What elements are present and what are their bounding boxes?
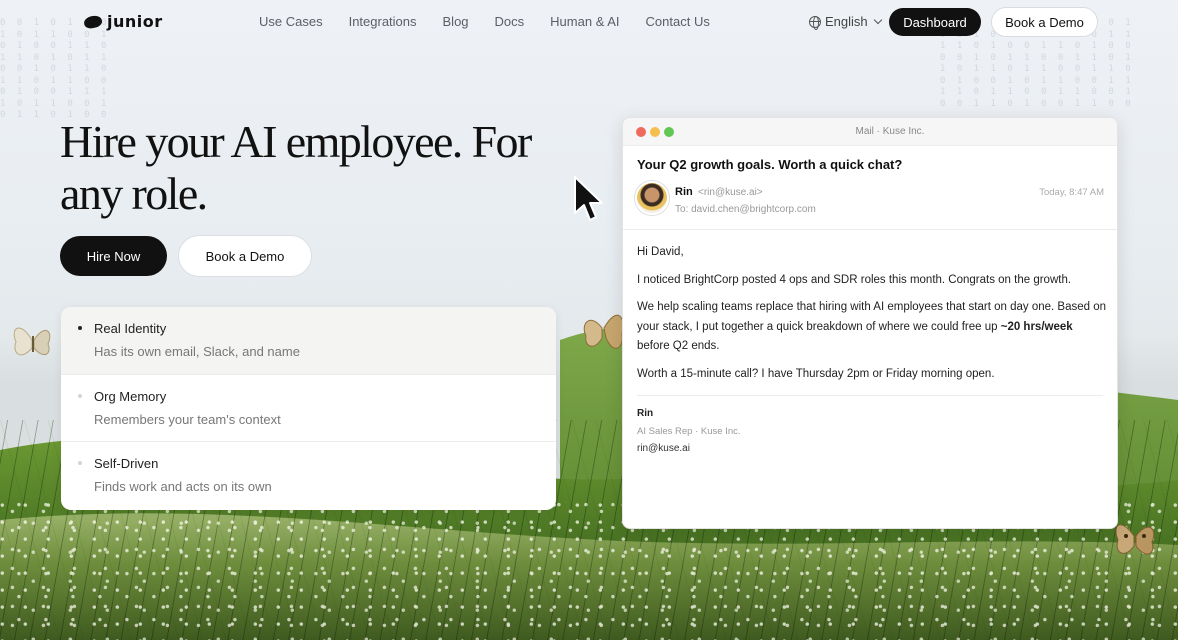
- bullet-icon: [78, 461, 82, 465]
- email-paragraph: We help scaling teams replace that hirin…: [637, 298, 1107, 357]
- hire-now-button[interactable]: Hire Now: [60, 236, 167, 276]
- email-window: Mail · Kuse Inc. Your Q2 growth goals. W…: [622, 117, 1118, 529]
- dashboard-button[interactable]: Dashboard: [889, 8, 981, 36]
- feature-title: Self-Driven: [94, 456, 159, 471]
- butterfly-icon: [13, 327, 51, 356]
- email-timestamp: Today, 8:47 AM: [1039, 187, 1104, 198]
- email-subject: Your Q2 growth goals. Worth a quick chat…: [637, 157, 903, 172]
- book-demo-hero-button[interactable]: Book a Demo: [178, 235, 312, 277]
- email-body: Hi David, I noticed BrightCorp posted 4 …: [637, 243, 1107, 392]
- email-text: before Q2 ends.: [637, 340, 720, 352]
- feature-description: Remembers your team's context: [94, 411, 281, 427]
- brand-logo[interactable]: junior: [82, 12, 163, 31]
- brand-logo-icon: [82, 13, 104, 30]
- sender-email: <rin@kuse.ai>: [698, 187, 763, 198]
- window-title: Mail · Kuse Inc.: [855, 126, 925, 137]
- feature-list: Real Identity Has its own email, Slack, …: [61, 307, 556, 510]
- nav-link-integrations[interactable]: Integrations: [349, 14, 417, 29]
- email-greeting: Hi David,: [637, 246, 684, 258]
- feature-title: Real Identity: [94, 321, 167, 336]
- recipient-line: To: david.chen@brightcorp.com: [675, 204, 816, 215]
- nav-links: Use Cases Integrations Blog Docs Human &…: [259, 14, 710, 29]
- butterfly-icon: [583, 314, 624, 349]
- header-divider: [623, 229, 1117, 230]
- hero-title: Hire your AI employee. For any role.: [60, 116, 532, 219]
- nav-link-use-cases[interactable]: Use Cases: [259, 14, 323, 29]
- signature-divider: [637, 395, 1103, 396]
- email-paragraph: Worth a 15-minute call? I have Thursday …: [637, 367, 995, 380]
- feature-title: Org Memory: [94, 388, 167, 404]
- bullet-icon: [78, 326, 82, 330]
- bullet-icon: [78, 393, 82, 398]
- sender-name: Rin: [675, 186, 693, 198]
- butterfly-icon: [1115, 524, 1155, 555]
- brand-name: junior: [107, 12, 163, 31]
- email-highlight: ~20 hrs/week: [1000, 320, 1073, 333]
- signature-role: AI Sales Rep · Kuse Inc.: [637, 426, 741, 437]
- top-navigation: junior Use Cases Integrations Blog Docs …: [0, 0, 1178, 44]
- window-titlebar: Mail · Kuse Inc.: [623, 118, 1117, 146]
- language-label: English: [825, 14, 868, 29]
- language-selector[interactable]: English: [809, 14, 882, 30]
- signature-name: Rin: [637, 408, 654, 419]
- sender-avatar: [635, 181, 669, 215]
- email-paragraph: I noticed BrightCorp posted 4 ops and SD…: [637, 273, 1072, 286]
- mouse-cursor-icon: [574, 176, 603, 221]
- book-demo-nav-button[interactable]: Book a Demo: [991, 7, 1098, 37]
- feature-item-real-identity[interactable]: Real Identity Has its own email, Slack, …: [61, 307, 556, 375]
- nav-link-contact-us[interactable]: Contact Us: [646, 14, 710, 29]
- feature-description: Has its own email, Slack, and name: [94, 344, 300, 359]
- feature-item-org-memory[interactable]: Org Memory Remembers your team's context: [61, 375, 556, 442]
- feature-description: Finds work and acts on its own: [94, 479, 272, 494]
- globe-icon: [809, 15, 821, 30]
- chevron-down-icon: [873, 15, 882, 25]
- signature-email: rin@kuse.ai: [637, 443, 690, 454]
- nav-link-blog[interactable]: Blog: [443, 14, 469, 29]
- nav-link-human-ai[interactable]: Human & AI: [550, 14, 619, 29]
- nav-link-docs[interactable]: Docs: [495, 14, 525, 29]
- feature-item-self-driven[interactable]: Self-Driven Finds work and acts on its o…: [61, 442, 556, 510]
